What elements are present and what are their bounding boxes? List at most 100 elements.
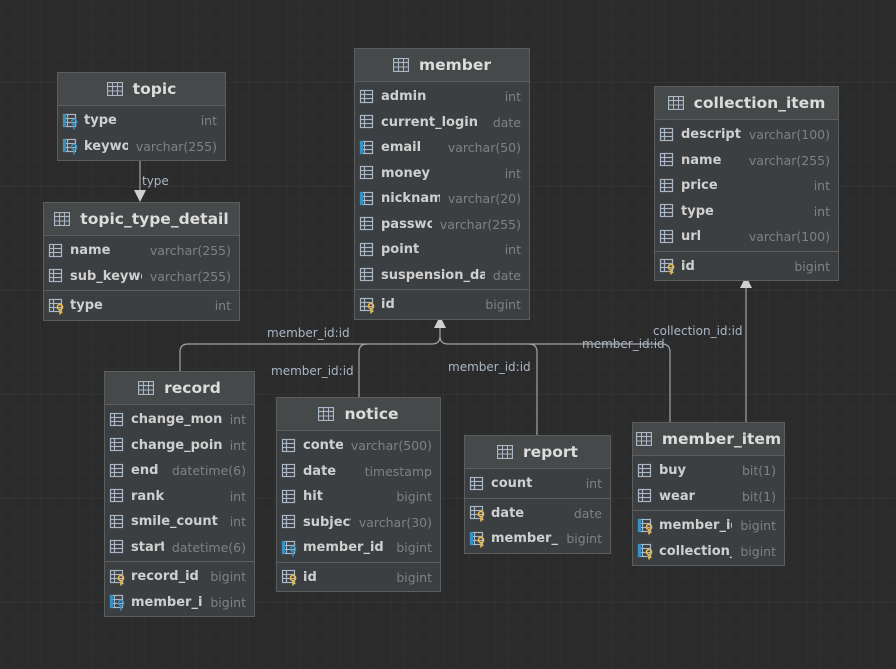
- column-type: int: [229, 514, 246, 530]
- column-type: date: [573, 505, 602, 521]
- column-icon: [281, 437, 299, 455]
- column-row[interactable]: type int: [44, 293, 239, 319]
- column-row[interactable]: point int: [355, 237, 529, 263]
- table-header[interactable]: member_item: [633, 423, 784, 456]
- table-member[interactable]: member admin int current_login date email v…: [354, 48, 530, 320]
- column-name: keyword: [84, 138, 128, 154]
- column-icon: [109, 513, 127, 531]
- column-name: suspension_day: [381, 267, 485, 283]
- column-row[interactable]: date timestamp: [277, 459, 440, 485]
- table-topic[interactable]: topic type int keyword varchar(255): [57, 72, 226, 161]
- primary-foreign-key-icon: [637, 542, 655, 560]
- column-row[interactable]: money int: [355, 161, 529, 187]
- table-title: notice: [344, 405, 399, 423]
- column-icon: [109, 411, 127, 429]
- column-row[interactable]: start datetime(6): [105, 535, 254, 561]
- column-type: int: [229, 412, 246, 428]
- table-header[interactable]: record: [105, 372, 254, 405]
- table-title: topic: [132, 80, 177, 98]
- column-row[interactable]: date date: [465, 501, 610, 527]
- column-name: collection_id: [659, 543, 732, 559]
- table-report[interactable]: report count int date date member_id bigint: [464, 435, 611, 554]
- column-row[interactable]: suspension_day date: [355, 263, 529, 289]
- column-row[interactable]: end datetime(6): [105, 458, 254, 484]
- column-row[interactable]: content varchar(500): [277, 433, 440, 459]
- table-notice[interactable]: notice content varchar(500) date timestamp…: [276, 397, 441, 592]
- column-name: type: [84, 113, 117, 129]
- column-row[interactable]: email varchar(50): [355, 135, 529, 161]
- column-name: id: [681, 258, 695, 274]
- relationship-label: type: [142, 174, 169, 188]
- column-type: int: [214, 298, 231, 314]
- table-title: topic_type_detail: [80, 210, 229, 228]
- column-row[interactable]: member_id bigint: [465, 526, 610, 552]
- column-row[interactable]: id bigint: [277, 565, 440, 591]
- columns-section: type int keyword varchar(255): [58, 106, 225, 160]
- table-topic_type_detail[interactable]: topic_type_detail name varchar(255) sub_k…: [43, 202, 240, 321]
- column-name: content: [303, 438, 343, 454]
- column-row[interactable]: buy bit(1): [633, 458, 784, 484]
- arrowhead-topic-type: [134, 190, 146, 202]
- column-row[interactable]: type int: [58, 108, 225, 134]
- column-row[interactable]: id bigint: [355, 292, 529, 318]
- column-row[interactable]: admin int: [355, 84, 529, 110]
- table-header[interactable]: topic: [58, 73, 225, 106]
- primary-key-icon: [659, 257, 677, 275]
- column-icon: [359, 88, 377, 106]
- column-row[interactable]: keyword varchar(255): [58, 134, 225, 160]
- column-type: int: [200, 113, 217, 129]
- column-name: end: [131, 463, 159, 479]
- column-row[interactable]: member_id bigint: [277, 535, 440, 561]
- column-type: bigint: [740, 543, 776, 559]
- column-name: url: [681, 229, 702, 245]
- column-row[interactable]: nickname varchar(20): [355, 186, 529, 212]
- primary-key-icon: [48, 297, 66, 315]
- table-header[interactable]: member: [355, 49, 529, 82]
- table-header[interactable]: topic_type_detail: [44, 203, 239, 236]
- table-icon: [138, 381, 164, 395]
- table-collection_item[interactable]: collection_item description varchar(100) …: [654, 86, 839, 281]
- column-row[interactable]: hit bigint: [277, 484, 440, 510]
- column-row[interactable]: wear bit(1): [633, 484, 784, 510]
- column-row[interactable]: smile_count int: [105, 509, 254, 535]
- column-row[interactable]: description varchar(100): [655, 122, 838, 148]
- column-row[interactable]: price int: [655, 173, 838, 199]
- column-type: varchar(255): [439, 216, 521, 232]
- column-type: bigint: [794, 258, 830, 274]
- column-row[interactable]: record_id bigint: [105, 564, 254, 590]
- table-header[interactable]: report: [465, 436, 610, 469]
- primary-key-icon: [469, 504, 487, 522]
- foreign-key-index-icon: [62, 112, 80, 130]
- column-row[interactable]: sub_keyword varchar(255): [44, 264, 239, 290]
- column-row[interactable]: count int: [465, 471, 610, 497]
- column-row[interactable]: change_point int: [105, 433, 254, 459]
- column-row[interactable]: url varchar(100): [655, 224, 838, 250]
- column-row[interactable]: subject varchar(30): [277, 510, 440, 536]
- table-header[interactable]: collection_item: [655, 87, 838, 120]
- keys-section: id bigint: [277, 561, 440, 592]
- column-row[interactable]: type int: [655, 199, 838, 225]
- column-icon: [109, 436, 127, 454]
- column-type: varchar(255): [748, 152, 830, 168]
- column-row[interactable]: name varchar(255): [655, 148, 838, 174]
- column-type: varchar(500): [350, 438, 432, 454]
- column-row[interactable]: member_id bigint: [105, 590, 254, 616]
- column-row[interactable]: member_id bigint: [633, 513, 784, 539]
- column-row[interactable]: name varchar(255): [44, 238, 239, 264]
- table-member_item[interactable]: member_item buy bit(1) wear bit(1) member_…: [632, 422, 785, 566]
- column-icon: [281, 488, 299, 506]
- column-row[interactable]: collection_id bigint: [633, 539, 784, 565]
- column-row[interactable]: change_money int: [105, 407, 254, 433]
- table-record[interactable]: record change_moneyint change_pointint e…: [104, 371, 255, 617]
- column-row[interactable]: id bigint: [655, 254, 838, 280]
- table-header[interactable]: notice: [277, 398, 440, 431]
- table-icon: [635, 432, 662, 446]
- keys-section: id bigint: [355, 289, 529, 319]
- relationship-label: member_id:id: [267, 326, 350, 340]
- column-name: member_id: [659, 518, 733, 534]
- column-row[interactable]: rank int: [105, 484, 254, 510]
- column-type: varchar(255): [149, 268, 231, 284]
- column-row[interactable]: current_login date: [355, 110, 529, 136]
- columns-section: admin int current_login date email varchar(…: [355, 82, 529, 289]
- column-row[interactable]: password varchar(255): [355, 212, 529, 238]
